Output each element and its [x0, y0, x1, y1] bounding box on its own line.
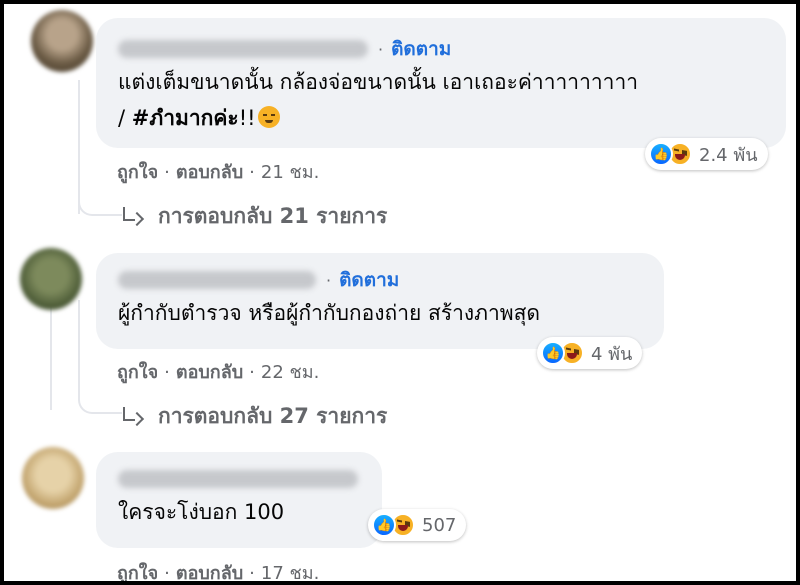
thread-curve	[78, 184, 122, 216]
comment-text-line: ผู้กำกับตำรวจ หรือผู้กำกับกองถ่าย สร้างภ…	[118, 301, 541, 325]
comment-header: · ติดตาม	[118, 34, 764, 64]
reaction-summary[interactable]: 👍 2.4 พัน	[645, 138, 768, 170]
reaction-count: 4 พัน	[591, 343, 633, 365]
comment-text-line: ใครจะโง่บอก 100	[118, 500, 285, 524]
avatar[interactable]	[22, 447, 84, 509]
comment-text: ใครจะโง่บอก 100	[118, 494, 360, 530]
pensive-face-emoji-icon	[257, 106, 280, 128]
comment-bubble: · ติดตาม ผู้กำกับตำรวจ หรือผู้กำกับกองถ่…	[96, 253, 664, 349]
separator-dot: ·	[249, 362, 255, 383]
separator-dot: ·	[326, 270, 332, 290]
reply-arrow-icon	[120, 206, 146, 227]
author-name-blurred[interactable]	[118, 271, 316, 289]
comment-actions: ถูกใจ · ตอบกลับ · 17 ชม.	[117, 558, 319, 585]
comment-bubble: · ติดตาม แต่งเต็มขนาดนั้น กล้องจ่อขนาดนั…	[96, 18, 786, 148]
comment-actions: ถูกใจ · ตอบกลับ · 21 ชม.	[117, 157, 319, 186]
separator-dot: ·	[164, 362, 170, 383]
reaction-count: 2.4 พัน	[699, 144, 758, 166]
hashtag-link[interactable]: #ภำมากค่ะ	[132, 106, 239, 130]
timestamp[interactable]: 17 ชม.	[261, 563, 319, 584]
follow-link[interactable]: ติดตาม	[339, 265, 399, 295]
like-icon: 👍	[649, 142, 673, 166]
comment-header	[118, 464, 360, 494]
reply-button[interactable]: ตอบกลับ	[176, 162, 243, 183]
like-button[interactable]: ถูกใจ	[117, 563, 158, 584]
reaction-count: 507	[422, 514, 457, 536]
author-name-blurred[interactable]	[118, 470, 358, 488]
comment-header: · ติดตาม	[118, 265, 642, 295]
timestamp[interactable]: 22 ชม.	[261, 362, 319, 383]
separator-dot: ·	[164, 162, 170, 183]
like-button[interactable]: ถูกใจ	[117, 162, 158, 183]
view-replies-link[interactable]: การตอบกลับ 21 รายการ	[120, 200, 387, 233]
separator-dot: ·	[249, 162, 255, 183]
reply-button[interactable]: ตอบกลับ	[176, 563, 243, 584]
author-name-blurred[interactable]	[118, 40, 368, 58]
comment-text-prefix: /	[118, 106, 132, 130]
like-icon: 👍	[541, 341, 565, 365]
follow-link[interactable]: ติดตาม	[391, 34, 451, 64]
avatar[interactable]	[31, 10, 93, 72]
comment-bubble: ใครจะโง่บอก 100	[96, 452, 382, 548]
replies-count-label[interactable]: การตอบกลับ 21 รายการ	[158, 200, 387, 233]
comment-text-suffix: !!	[238, 106, 256, 130]
separator-dot: ·	[249, 563, 255, 584]
timestamp[interactable]: 21 ชม.	[261, 162, 319, 183]
thread-line	[78, 300, 80, 384]
comment-text: แต่งเต็มขนาดนั้น กล้องจ่อขนาดนั้น เอาเถอ…	[118, 64, 764, 100]
comment-text-line: แต่งเต็มขนาดนั้น กล้องจ่อขนาดนั้น เอาเถอ…	[118, 70, 639, 94]
comment-text: ผู้กำกับตำรวจ หรือผู้กำกับกองถ่าย สร้างภ…	[118, 295, 642, 331]
reply-button[interactable]: ตอบกลับ	[176, 362, 243, 383]
comment-text-line-2: / #ภำมากค่ะ!!	[118, 100, 764, 136]
separator-dot: ·	[378, 39, 384, 59]
thread-curve	[78, 382, 122, 414]
comment-actions: ถูกใจ · ตอบกลับ · 22 ชม.	[117, 357, 319, 386]
separator-dot: ·	[164, 563, 170, 584]
reaction-summary[interactable]: 👍 507	[368, 509, 467, 541]
reaction-summary[interactable]: 👍 4 พัน	[537, 337, 643, 369]
replies-count-label[interactable]: การตอบกลับ 27 รายการ	[158, 400, 387, 433]
like-icon: 👍	[372, 513, 396, 537]
avatar[interactable]	[20, 248, 82, 310]
view-replies-link[interactable]: การตอบกลับ 27 รายการ	[120, 400, 387, 433]
like-button[interactable]: ถูกใจ	[117, 362, 158, 383]
reply-arrow-icon	[120, 406, 146, 427]
